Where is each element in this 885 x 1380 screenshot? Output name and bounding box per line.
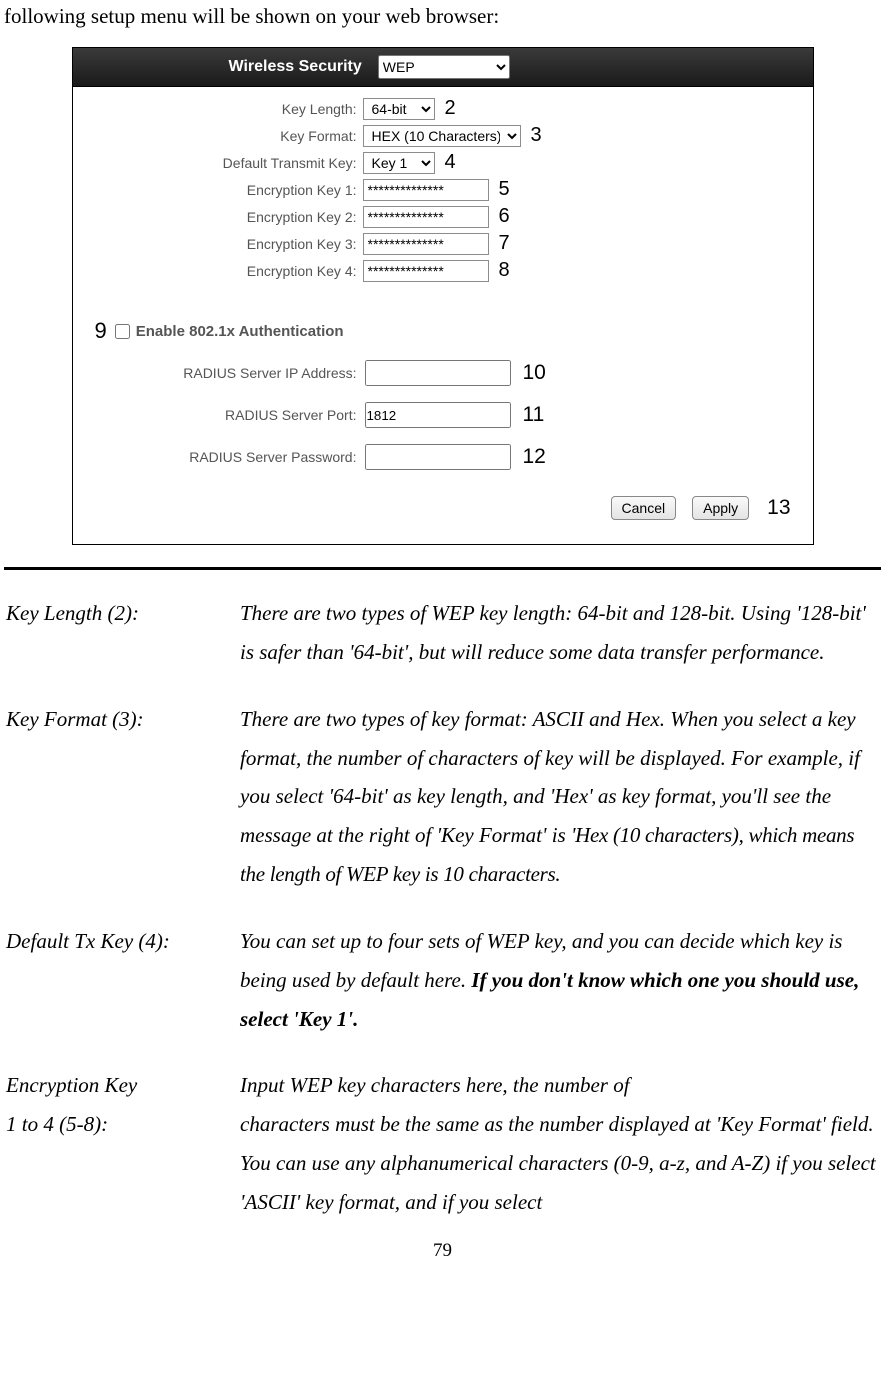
separator [4, 567, 881, 570]
default-tx-row: Default Transmit Key: Key 1 4 [73, 149, 813, 176]
annotation-8: 8 [499, 259, 510, 282]
annotation-2: 2 [445, 97, 456, 120]
key-format-select[interactable]: HEX (10 Characters) [363, 125, 521, 147]
enc-key-4-input[interactable] [363, 260, 489, 282]
enc-key-3-label: Encryption Key 3: [73, 236, 357, 252]
def-enc-key-body: Input WEP key characters here, the numbe… [240, 1066, 879, 1221]
def-key-length: Key Length (2): There are two types of W… [6, 594, 879, 672]
enable-8021x-checkbox[interactable] [115, 324, 130, 339]
annotation-7: 7 [499, 232, 510, 255]
intro-text: following setup menu will be shown on yo… [4, 4, 881, 29]
enc-key-3-row: Encryption Key 3: 7 [73, 230, 813, 257]
radius-ip-input[interactable] [365, 360, 511, 386]
annotation-12: 12 [523, 445, 546, 469]
enc-key-1-label: Encryption Key 1: [73, 182, 357, 198]
def-enc-key: Encryption Key 1 to 4 (5-8): Input WEP k… [6, 1066, 879, 1221]
radius-pwd-input[interactable] [365, 444, 511, 470]
key-length-label: Key Length: [73, 101, 357, 117]
annotation-9: 9 [95, 318, 107, 344]
def-key-format-body: There are two types of key format: ASCII… [240, 700, 879, 894]
enc-key-4-label: Encryption Key 4: [73, 263, 357, 279]
title-label: Wireless Security [229, 58, 362, 76]
def-key-format: Key Format (3): There are two types of k… [6, 700, 879, 894]
enc-key-3-input[interactable] [363, 233, 489, 255]
button-row: Cancel Apply 13 [73, 478, 813, 534]
annotation-10: 10 [523, 361, 546, 385]
radius-pwd-row: RADIUS Server Password: 12 [73, 436, 813, 478]
def-enc-key-term: Encryption Key 1 to 4 (5-8): [6, 1066, 240, 1221]
key-length-select[interactable]: 64-bit [363, 98, 435, 120]
annotation-4: 4 [445, 151, 456, 174]
annotation-5: 5 [499, 178, 510, 201]
enc-key-1-input[interactable] [363, 179, 489, 201]
wep-form-area: Key Length: 64-bit 2 Key Format: HEX (10… [73, 87, 813, 544]
title-bar: Wireless Security WEP [73, 48, 813, 87]
radius-port-row: RADIUS Server Port: 11 [73, 394, 813, 436]
def-key-length-term: Key Length (2): [6, 594, 240, 672]
enc-key-2-label: Encryption Key 2: [73, 209, 357, 225]
radius-port-input[interactable] [365, 402, 511, 428]
enable-8021x-row: 9 Enable 802.1x Authentication [73, 284, 813, 352]
enc-key-1-row: Encryption Key 1: 5 [73, 176, 813, 203]
apply-button[interactable]: Apply [692, 496, 749, 520]
def-key-length-body: There are two types of WEP key length: 6… [240, 594, 879, 672]
def-default-tx: Default Tx Key (4): You can set up to fo… [6, 922, 879, 1039]
cancel-button[interactable]: Cancel [611, 496, 677, 520]
definitions: Key Length (2): There are two types of W… [6, 594, 879, 1222]
radius-ip-label: RADIUS Server IP Address: [73, 365, 357, 381]
def-key-format-term: Key Format (3): [6, 700, 240, 894]
def-default-tx-term: Default Tx Key (4): [6, 922, 240, 1039]
enable-8021x-label: Enable 802.1x Authentication [136, 323, 344, 340]
enc-key-2-row: Encryption Key 2: 6 [73, 203, 813, 230]
annotation-11: 11 [523, 403, 545, 427]
enc-key-2-input[interactable] [363, 206, 489, 228]
default-tx-select[interactable]: Key 1 [363, 152, 435, 174]
router-screenshot: Wireless Security WEP Key Length: 64-bit… [72, 47, 814, 545]
key-length-row: Key Length: 64-bit 2 [73, 95, 813, 122]
annotation-13: 13 [767, 496, 790, 520]
page-number: 79 [0, 1240, 885, 1262]
enc-key-4-row: Encryption Key 4: 8 [73, 257, 813, 284]
key-format-row: Key Format: HEX (10 Characters) 3 [73, 122, 813, 149]
radius-port-label: RADIUS Server Port: [73, 407, 357, 423]
wireless-security-select[interactable]: WEP [378, 55, 510, 79]
annotation-6: 6 [499, 205, 510, 228]
def-default-tx-body: You can set up to four sets of WEP key, … [240, 922, 879, 1039]
default-tx-label: Default Transmit Key: [73, 155, 357, 171]
key-format-label: Key Format: [73, 128, 357, 144]
annotation-3: 3 [531, 124, 542, 147]
radius-pwd-label: RADIUS Server Password: [73, 449, 357, 465]
radius-ip-row: RADIUS Server IP Address: 10 [73, 352, 813, 394]
